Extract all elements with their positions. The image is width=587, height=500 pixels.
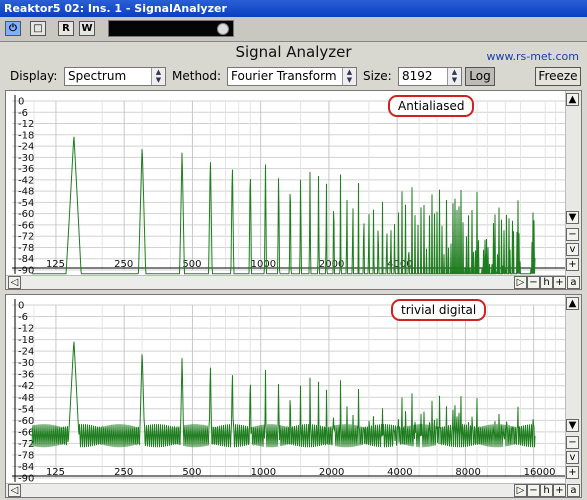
- freeze-button[interactable]: Freeze: [535, 67, 581, 86]
- zoom-in-horizontal-button[interactable]: +: [553, 276, 566, 289]
- zoom-out-horizontal-button[interactable]: −: [527, 484, 540, 497]
- spin-arrows-icon[interactable]: ▲ ▼: [342, 68, 356, 85]
- control-row: Display: Spectrum ▲ ▼ Method: Fourier Tra…: [0, 66, 587, 88]
- spectrum-plot-antialiased[interactable]: 0 -6 -12 -18 -24 -30 -36 -42 -48 -54 -60 -66 -72 -78-…: [5, 90, 582, 290]
- y-tick-label: -66: [18, 220, 34, 231]
- scroll-right-icon[interactable]: ▷: [514, 484, 527, 497]
- horizontal-zoom-button[interactable]: h: [540, 276, 553, 289]
- y-tick-label: -84: [18, 254, 34, 265]
- auto-zoom-button[interactable]: a: [567, 484, 580, 497]
- y-tick-label: -6: [18, 108, 28, 119]
- horizontal-scrollbar[interactable]: ◁ ▷ − h +: [6, 275, 566, 289]
- y-tick-label: 0: [18, 97, 24, 108]
- scroll-right-icon[interactable]: ▷: [514, 276, 527, 289]
- y-tick-label: -72: [18, 232, 34, 243]
- zoom-out-vertical-button[interactable]: −: [566, 228, 579, 241]
- y-tick-label: -30: [18, 358, 34, 369]
- zoom-out-vertical-button[interactable]: −: [566, 436, 579, 449]
- plot-canvas: 0-6-12-18-24-30-36-42-48-54-60-66-72-78-…: [12, 299, 565, 485]
- method-select[interactable]: Fourier Transform ▲ ▼: [227, 67, 357, 86]
- y-tick-label: -60: [18, 209, 34, 220]
- write-button[interactable]: W: [79, 21, 95, 36]
- zoom-in-vertical-button[interactable]: +: [566, 258, 579, 271]
- y-tick-label: -60: [18, 416, 34, 427]
- plot-annotation: trivial digital: [391, 299, 487, 321]
- analyzer-panel: Signal Analyzer www.rs-met.com Display: …: [0, 42, 587, 500]
- vertical-scrollbar[interactable]: ▲ ▼ − v +: [565, 295, 581, 497]
- y-tick-label: -12: [18, 119, 34, 130]
- log-button[interactable]: Log: [465, 67, 495, 86]
- spectrum-trace: [31, 341, 536, 448]
- y-tick-label: -12: [18, 324, 34, 335]
- auto-zoom-button[interactable]: a: [567, 276, 580, 289]
- scroll-down-icon[interactable]: ▼: [566, 211, 579, 224]
- vertical-scrollbar[interactable]: ▲ ▼ − v +: [565, 91, 581, 289]
- y-tick-label: -18: [18, 130, 34, 141]
- scroll-left-icon[interactable]: ◁: [8, 484, 21, 497]
- y-tick-label: -24: [18, 142, 34, 153]
- y-tick-label: -78: [18, 450, 34, 461]
- scroll-up-icon[interactable]: ▲: [566, 93, 579, 106]
- y-tick-label: -42: [18, 175, 34, 186]
- size-label: Size:: [363, 69, 392, 83]
- power-icon[interactable]: ⏻: [5, 21, 21, 36]
- y-tick-label: -42: [18, 381, 34, 392]
- toolbar: ⏻ □ R W: [0, 17, 587, 42]
- display-value: Spectrum: [68, 69, 127, 83]
- size-value: 8192: [402, 69, 433, 83]
- scroll-left-icon[interactable]: ◁: [8, 276, 21, 289]
- display-select[interactable]: Spectrum ▲ ▼: [64, 67, 166, 86]
- y-tick-label: -48: [18, 187, 34, 198]
- zoom-in-vertical-button[interactable]: +: [566, 466, 579, 479]
- vertical-zoom-button[interactable]: v: [566, 451, 579, 464]
- y-tick-label: -78: [18, 243, 34, 254]
- plot-annotation: Antialiased: [388, 95, 475, 117]
- read-button[interactable]: R: [58, 21, 74, 36]
- zoom-out-horizontal-button[interactable]: −: [527, 276, 540, 289]
- spin-arrows-icon[interactable]: ▲ ▼: [447, 68, 461, 85]
- method-value: Fourier Transform: [231, 69, 337, 83]
- vertical-zoom-button[interactable]: v: [566, 243, 579, 256]
- window-titlebar[interactable]: Reaktor5 02: Ins. 1 - SignalAnalyzer: [0, 0, 587, 17]
- horizontal-scrollbar[interactable]: ◁ ▷ − h +: [6, 483, 566, 497]
- y-tick-label: -36: [18, 164, 34, 175]
- zoom-in-horizontal-button[interactable]: +: [553, 484, 566, 497]
- method-label: Method:: [172, 69, 222, 83]
- y-tick-label: -18: [18, 335, 34, 346]
- plot-canvas: 0-6-12-18-24-30-36-42-48-54-60-66-72-78-…: [12, 95, 565, 277]
- y-tick-label: -6: [18, 312, 28, 323]
- size-select[interactable]: 8192 ▲ ▼: [398, 67, 462, 86]
- level-display: [108, 20, 234, 37]
- y-tick-label: -30: [18, 153, 34, 164]
- y-tick-label: -54: [18, 198, 34, 209]
- y-tick-label: -48: [18, 393, 34, 404]
- knob-icon[interactable]: [217, 23, 229, 35]
- display-label: Display:: [10, 69, 58, 83]
- y-tick-label: -24: [18, 347, 34, 358]
- spin-arrows-icon[interactable]: ▲ ▼: [151, 68, 165, 85]
- window-title: Reaktor5 02: Ins. 1 - SignalAnalyzer: [4, 2, 227, 15]
- scroll-down-icon[interactable]: ▼: [566, 419, 579, 432]
- website-link[interactable]: www.rs-met.com: [487, 50, 580, 63]
- y-tick-label: -54: [18, 404, 34, 415]
- scroll-up-icon[interactable]: ▲: [566, 297, 579, 310]
- y-tick-label: 0: [18, 301, 24, 312]
- spectrum-plot-trivial[interactable]: 0 -6 -12 -18 -24 -30 -36 -42 -48 -54 -60 -66 -72 -78-…: [5, 294, 582, 498]
- y-tick-label: -36: [18, 370, 34, 381]
- horizontal-zoom-button[interactable]: h: [540, 484, 553, 497]
- y-tick-label: -84: [18, 462, 34, 473]
- panel-toggle-button[interactable]: □: [30, 21, 46, 36]
